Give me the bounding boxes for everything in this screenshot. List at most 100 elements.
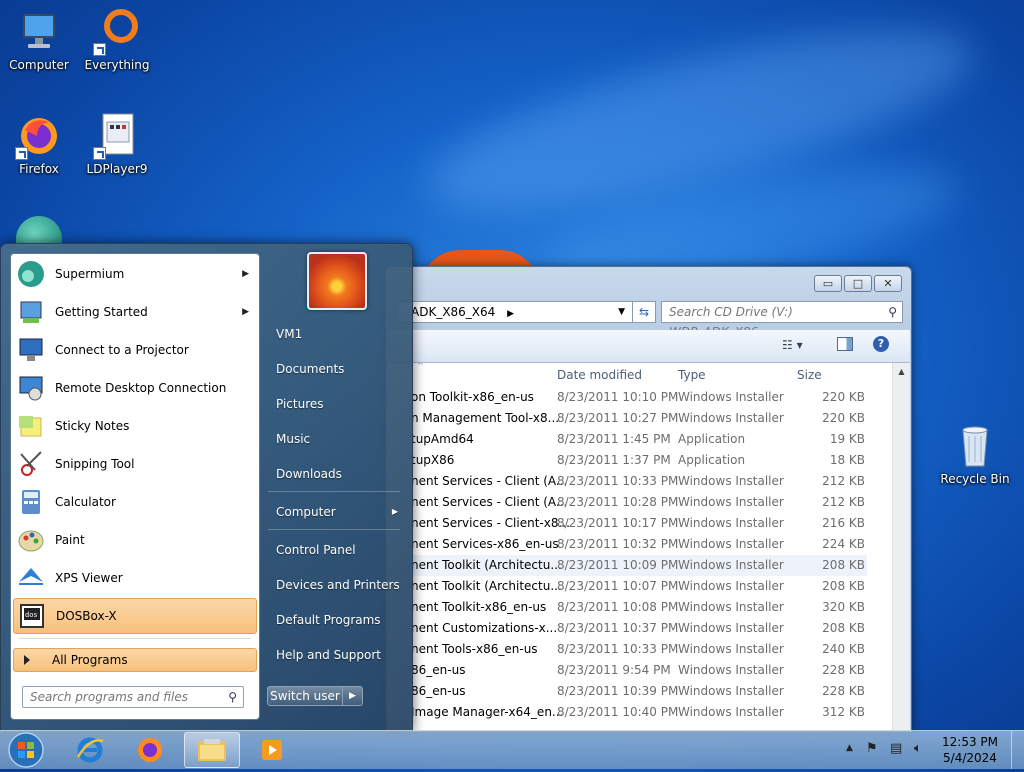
start-link-computer[interactable]: Computer ▶ [266, 497, 402, 527]
crumb-chevron-icon[interactable]: ▶ [507, 309, 514, 319]
file-row[interactable]: nent Toolkit (Architectu... 8/23/2011 10:… [387, 576, 867, 597]
start-link-help-and-support[interactable]: Help and Support [266, 640, 402, 670]
close-button[interactable]: ✕ [874, 275, 902, 292]
start-link-documents[interactable]: Documents [266, 354, 402, 384]
submenu-arrow-icon[interactable]: ▶ [242, 269, 249, 279]
program-item-xps-viewer[interactable]: XPS Viewer [13, 560, 257, 596]
file-row[interactable]: Image Manager-x64_en... 8/23/2011 10:40 P… [387, 702, 867, 723]
address-dropdown-icon[interactable]: ▼ [618, 302, 625, 322]
address-crumb[interactable]: ADK_X86_X64 [411, 305, 495, 319]
taskbar-explorer[interactable] [184, 732, 240, 768]
help-icon[interactable]: ? [873, 336, 889, 352]
program-item-dosbox-x[interactable]: dos DOSBox-X [13, 598, 257, 634]
file-row[interactable]: tupAmd64 8/23/2011 1:45 PM Application 19 K… [387, 429, 867, 450]
file-type: Application [678, 453, 746, 467]
shutdown-options-arrow-icon[interactable]: ▶ [342, 686, 363, 706]
network-icon[interactable]: ▤ [890, 741, 902, 756]
column-header-date[interactable]: Date modified [557, 363, 642, 387]
file-date: 8/23/2011 10:37 PM [557, 621, 679, 635]
start-button[interactable] [6, 731, 46, 769]
start-link-devices-and-printers[interactable]: Devices and Printers [266, 570, 402, 600]
file-date: 8/23/2011 10:32 PM [557, 537, 679, 551]
firefox-icon [138, 738, 162, 762]
column-header-size[interactable]: Size [797, 363, 822, 387]
program-item-calculator[interactable]: Calculator [13, 484, 257, 520]
submenu-arrow-icon[interactable]: ▶ [242, 307, 249, 317]
clock[interactable]: 12:53 PM 5/4/2024 [942, 734, 998, 766]
desktop-icon-everything[interactable]: Everything [79, 8, 155, 72]
scroll-up-icon[interactable]: ▲ [893, 367, 910, 376]
program-label: Sticky Notes [55, 419, 130, 433]
action-center-flag-icon[interactable]: ⚑ [866, 741, 878, 756]
refresh-button[interactable]: ⇆ [632, 301, 656, 323]
explorer-window[interactable]: ▭ □ ✕ ADK_X86_X64 ▶ ▼ ⇆ Search CD Drive … [385, 266, 912, 732]
program-label: Supermium [55, 267, 125, 281]
file-type: Windows Installer ... [678, 621, 788, 635]
maximize-button[interactable]: □ [844, 275, 872, 292]
everything-icon [93, 8, 141, 56]
start-link-vm1[interactable]: VM1 [266, 319, 402, 349]
program-item-remote-desktop-connection[interactable]: Remote Desktop Connection [13, 370, 257, 406]
submenu-arrow-icon[interactable]: ▶ [392, 497, 398, 527]
address-bar[interactable]: ADK_X86_X64 ▶ ▼ [396, 301, 654, 323]
file-row[interactable]: nent Tools-x86_en-us 8/23/2011 10:33 PM Wi… [387, 639, 867, 660]
minimize-button[interactable]: ▭ [814, 275, 842, 292]
desktop-icon-computer[interactable]: Computer [1, 8, 77, 72]
file-row[interactable]: 86_en-us 8/23/2011 9:54 PM Windows Install… [387, 660, 867, 681]
file-row[interactable]: nent Services-x86_en-us 8/23/2011 10:32 P… [387, 534, 867, 555]
file-type: Windows Installer ... [678, 600, 788, 614]
program-item-connect-to-a-projector[interactable]: Connect to a Projector [13, 332, 257, 368]
file-row[interactable]: 86_en-us 8/23/2011 10:39 PM Windows Instal… [387, 681, 867, 702]
sticky-notes-icon [19, 416, 42, 437]
search-icon: ⚲ [228, 690, 237, 704]
program-item-snipping-tool[interactable]: Snipping Tool [13, 446, 257, 482]
taskbar-media-player[interactable] [244, 732, 300, 768]
all-programs-button[interactable]: All Programs [13, 648, 257, 672]
switch-user-button[interactable]: Switch user [267, 686, 343, 706]
ldplayer-icon [93, 112, 141, 160]
desktop-icon-supermium-partial[interactable] [16, 216, 62, 246]
column-header-type[interactable]: Type [678, 363, 706, 387]
start-link-music[interactable]: Music [266, 424, 402, 454]
file-date: 8/23/2011 10:08 PM [557, 600, 679, 614]
file-row[interactable]: nent Services - Client (A... 8/23/2011 10… [387, 492, 867, 513]
program-item-getting-started[interactable]: Getting Started ▶ [13, 294, 257, 330]
program-item-paint[interactable]: Paint [13, 522, 257, 558]
file-size: 320 KB [822, 600, 865, 614]
file-row[interactable]: n Management Tool-x8... 8/23/2011 10:27 P… [387, 408, 867, 429]
divider [268, 529, 400, 530]
taskbar-firefox[interactable] [122, 732, 178, 768]
file-date: 8/23/2011 10:17 PM [557, 516, 679, 530]
explorer-search-input[interactable]: Search CD Drive (V:) WDP_ADK_X86_... ⚲ [661, 301, 903, 339]
start-link-pictures[interactable]: Pictures [266, 389, 402, 419]
file-row[interactable]: nent Services - Client-x8... 8/23/2011 10… [387, 513, 867, 534]
vertical-scrollbar[interactable]: ▲ [892, 363, 910, 731]
show-hidden-icons-icon[interactable]: ▲ [846, 743, 853, 753]
desktop-icon-recycle-bin[interactable]: Recycle Bin [937, 422, 1013, 486]
volume-muted-icon[interactable]: 🔈︎ [914, 741, 922, 756]
file-row[interactable]: nent Toolkit-x86_en-us 8/23/2011 10:08 PM… [387, 597, 867, 618]
start-link-downloads[interactable]: Downloads [266, 459, 402, 489]
program-item-sticky-notes[interactable]: Sticky Notes [13, 408, 257, 444]
shortcut-arrow-icon [93, 43, 106, 56]
file-size: 208 KB [822, 579, 865, 593]
start-search-input[interactable]: Search programs and files ⚲ [22, 686, 244, 708]
program-item-supermium[interactable]: Supermium ▶ [13, 256, 257, 292]
file-row[interactable]: nent Services - Client (A... 8/23/2011 10… [387, 471, 867, 492]
taskbar-ie[interactable] [62, 732, 118, 768]
file-row[interactable]: tupX86 8/23/2011 1:37 PM Application 18 KB [387, 450, 867, 471]
desktop-icon-label: Everything [84, 58, 150, 72]
file-row[interactable]: on Toolkit-x86_en-us 8/23/2011 10:10 PM Wi… [387, 387, 867, 408]
desktop-icon-ldplayer[interactable]: LDPlayer9 [79, 112, 155, 176]
start-link-default-programs[interactable]: Default Programs [266, 605, 402, 635]
preview-pane-icon[interactable] [837, 337, 853, 351]
user-picture[interactable] [307, 252, 367, 310]
show-desktop-button[interactable] [1011, 731, 1024, 769]
view-options-icon[interactable]: ☷ ▾ [782, 338, 803, 352]
start-link-label: Music [276, 432, 311, 446]
start-link-control-panel[interactable]: Control Panel [266, 535, 402, 565]
program-label: Snipping Tool [55, 457, 135, 471]
desktop-icon-firefox[interactable]: Firefox [1, 112, 77, 176]
file-row[interactable]: nent Toolkit (Architectu... 8/23/2011 10:… [387, 555, 867, 576]
file-row[interactable]: nent Customizations-x... 8/23/2011 10:37 … [387, 618, 867, 639]
